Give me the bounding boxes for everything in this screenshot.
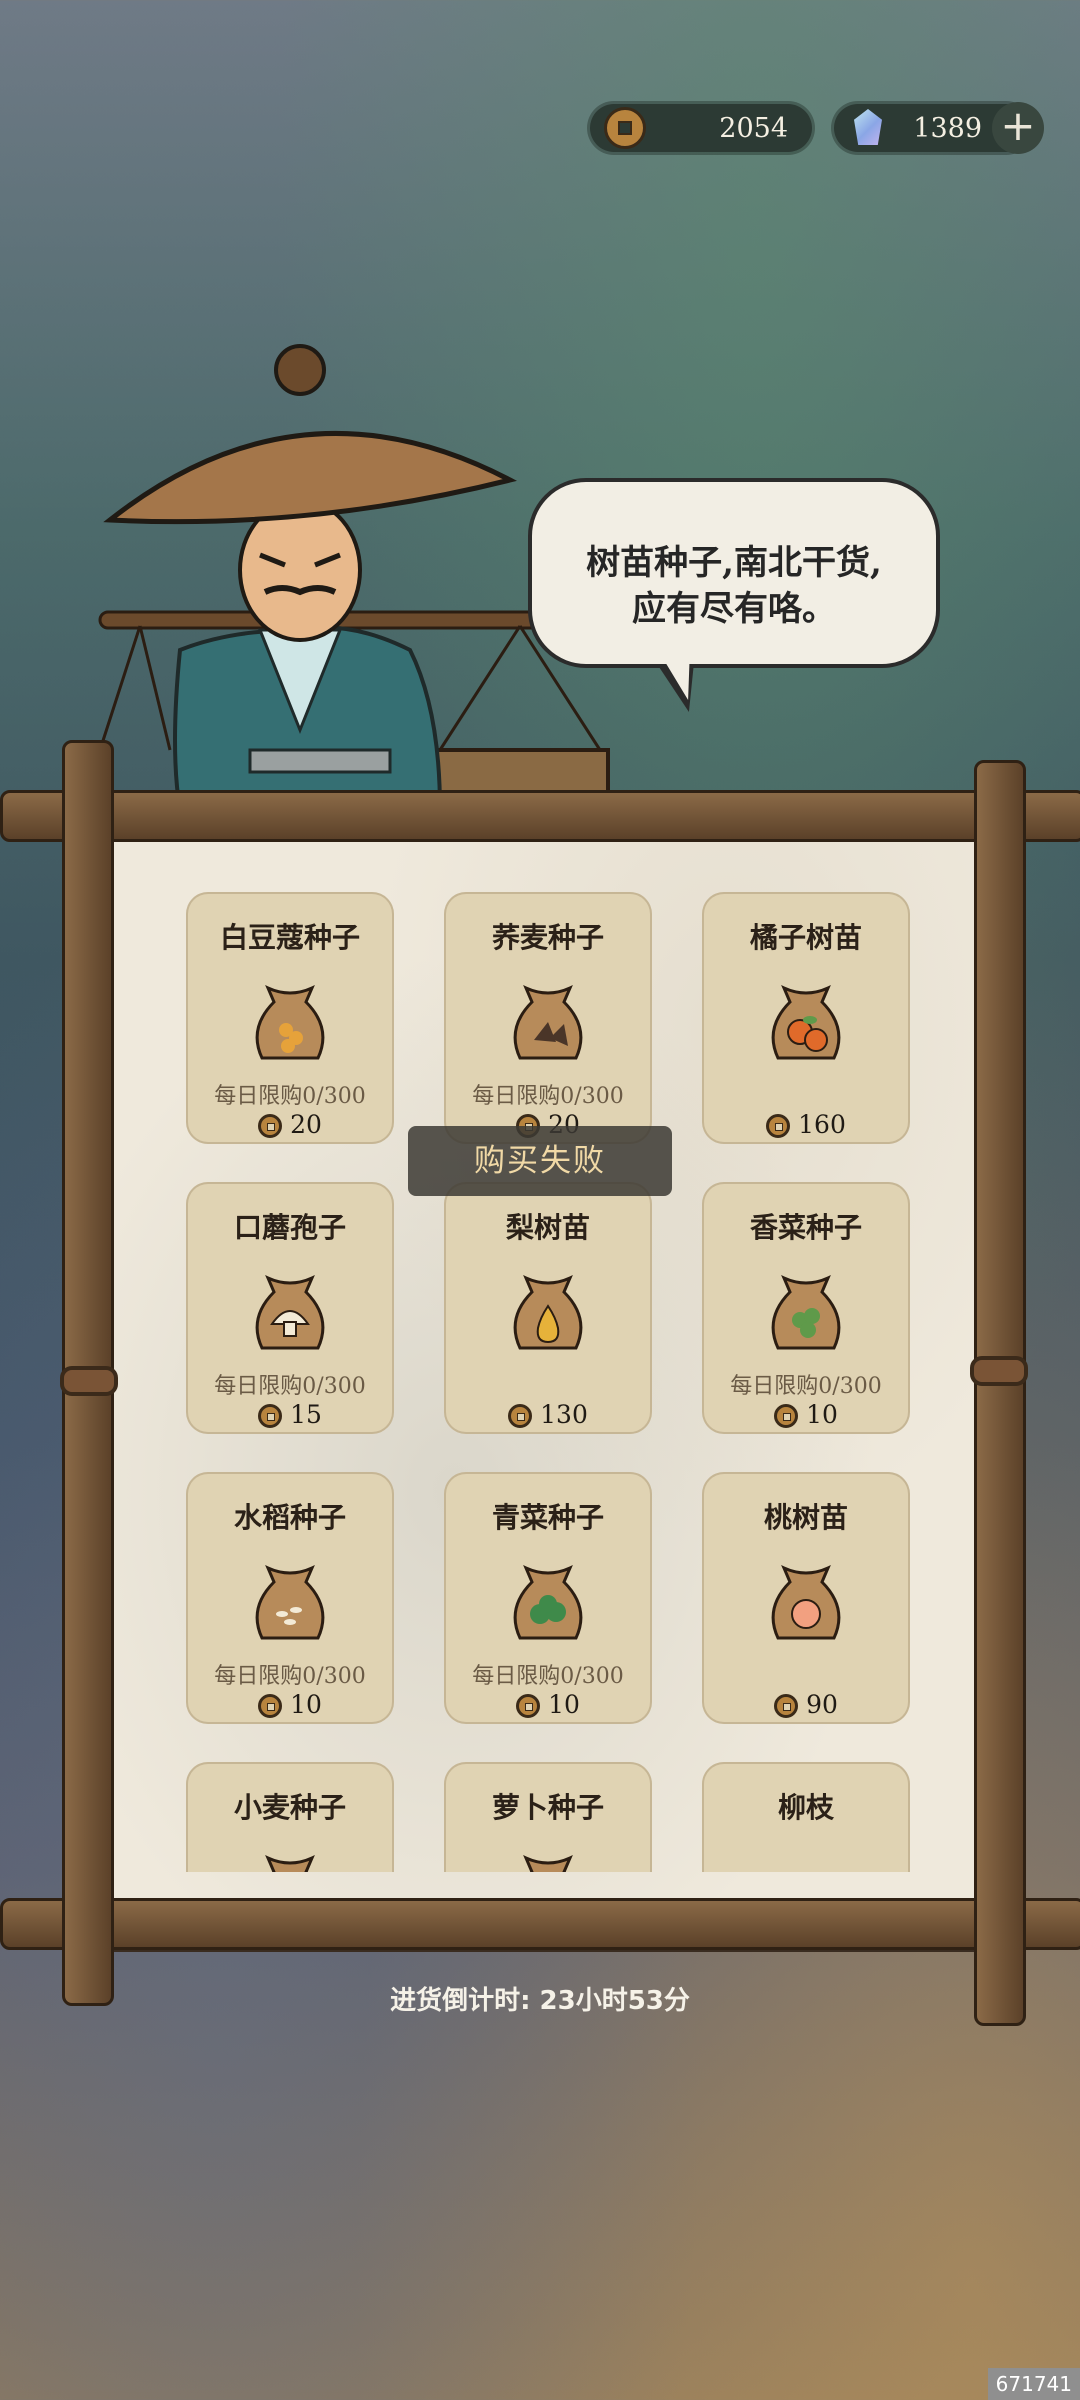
- item-name: 橘子树苗: [749, 921, 862, 954]
- item-name: 柳枝: [777, 1791, 834, 1824]
- daily-limit: 每日限购0/300: [214, 1374, 366, 1399]
- item-name: 香菜种子: [749, 1211, 862, 1244]
- shop-item-card[interactable]: 桃树苗 90: [702, 1472, 910, 1724]
- coin-amount: 2054: [719, 112, 788, 144]
- shop-item-card[interactable]: 萝卜种子: [444, 1762, 652, 1872]
- item-price: 160: [798, 1110, 846, 1139]
- merchant-line-1: 树苗种子,南北干货,: [586, 543, 882, 583]
- item-name: 梨树苗: [505, 1211, 590, 1244]
- daily-limit: 每日限购0/300: [472, 1084, 624, 1109]
- radish-icon: [523, 1855, 573, 1872]
- coin-icon: [774, 1694, 799, 1718]
- add-gems-button[interactable]: +: [992, 102, 1044, 154]
- shop-item-card[interactable]: 口蘑孢子 每日限购0/300 15: [186, 1182, 394, 1434]
- daily-limit: 每日限购0/300: [214, 1664, 366, 1689]
- shop-item-card[interactable]: 白豆蔻种子 每日限购0/300 20: [186, 892, 394, 1144]
- daily-limit: 每日限购0/300: [214, 1084, 366, 1109]
- coin-icon: [258, 1694, 283, 1718]
- buckwheat-icon: [513, 985, 583, 1060]
- corner-code: 671741: [987, 2368, 1080, 2400]
- tangerine-icon: [771, 985, 841, 1060]
- item-name: 萝卜种子: [491, 1791, 604, 1824]
- shop-item-card[interactable]: 柳枝: [702, 1762, 910, 1872]
- shop-item-card[interactable]: 水稻种子 每日限购0/300 10: [186, 1472, 394, 1724]
- item-name: 水稻种子: [233, 1501, 346, 1534]
- item-name: 口蘑孢子: [233, 1211, 346, 1244]
- daily-limit: 每日限购0/300: [472, 1664, 624, 1689]
- cardamom-icon: [255, 985, 325, 1060]
- coin-icon: [766, 1114, 791, 1138]
- shop-item-card[interactable]: 小麦种子: [186, 1762, 394, 1872]
- greens-icon: [513, 1565, 583, 1640]
- item-name: 白豆蔻种子: [219, 921, 360, 954]
- coin-icon: [774, 1404, 799, 1428]
- merchant-line-2: 应有尽有咯。: [632, 589, 836, 629]
- item-price: 10: [548, 1690, 580, 1719]
- pear-icon: [513, 1275, 583, 1350]
- coin-icon: [508, 1404, 533, 1428]
- daily-limit: 每日限购0/300: [730, 1374, 882, 1399]
- coin-icon: [258, 1114, 283, 1138]
- item-price: 15: [290, 1400, 322, 1429]
- shop-item-card[interactable]: 橘子树苗 160: [702, 892, 910, 1144]
- coin-icon: [516, 1694, 541, 1718]
- wheat-icon: [265, 1855, 315, 1872]
- shop-grid: 白豆蔻种子 每日限购0/300 20 荞麦种子 每日限购0/300 20 橘子树…: [100, 880, 980, 1872]
- item-price: 10: [806, 1400, 838, 1429]
- item-price: 130: [540, 1400, 588, 1429]
- purchase-failed-toast: 购买失败: [408, 1126, 672, 1196]
- coin-counter: 2054: [590, 104, 812, 152]
- top-pole: [0, 790, 1080, 842]
- gem-amount: 1389: [913, 112, 982, 144]
- shop-item-card[interactable]: 梨树苗 130: [444, 1182, 652, 1434]
- shop-item-card[interactable]: 青菜种子 每日限购0/300 10: [444, 1472, 652, 1724]
- gem-icon: [854, 109, 882, 145]
- bottom-pole: [0, 1898, 1080, 1950]
- peach-icon: [771, 1565, 841, 1640]
- item-price: 10: [290, 1690, 322, 1719]
- shop-item-card[interactable]: 香菜种子 每日限购0/300 10: [702, 1182, 910, 1434]
- item-name: 桃树苗: [763, 1501, 848, 1534]
- restock-timer: 进货倒计时: 23小时53分: [390, 1986, 690, 2016]
- willow-icon: [764, 1838, 848, 1872]
- item-name: 荞麦种子: [491, 921, 604, 954]
- item-name: 小麦种子: [233, 1791, 346, 1824]
- right-pole: [974, 760, 1026, 2026]
- coriander-icon: [771, 1275, 841, 1350]
- shop-item-card[interactable]: 荞麦种子 每日限购0/300 20: [444, 892, 652, 1144]
- speech-bubble: 树苗种子,南北干货, 应有尽有咯。: [528, 478, 940, 668]
- item-price: 90: [806, 1690, 838, 1719]
- item-name: 青菜种子: [491, 1501, 604, 1534]
- rice-icon: [255, 1565, 325, 1640]
- coin-icon: [258, 1404, 283, 1428]
- gem-counter: 1389 +: [834, 102, 1044, 154]
- mushroom-icon: [255, 1275, 325, 1350]
- item-price: 20: [290, 1110, 322, 1139]
- copper-coin-icon: [604, 107, 646, 149]
